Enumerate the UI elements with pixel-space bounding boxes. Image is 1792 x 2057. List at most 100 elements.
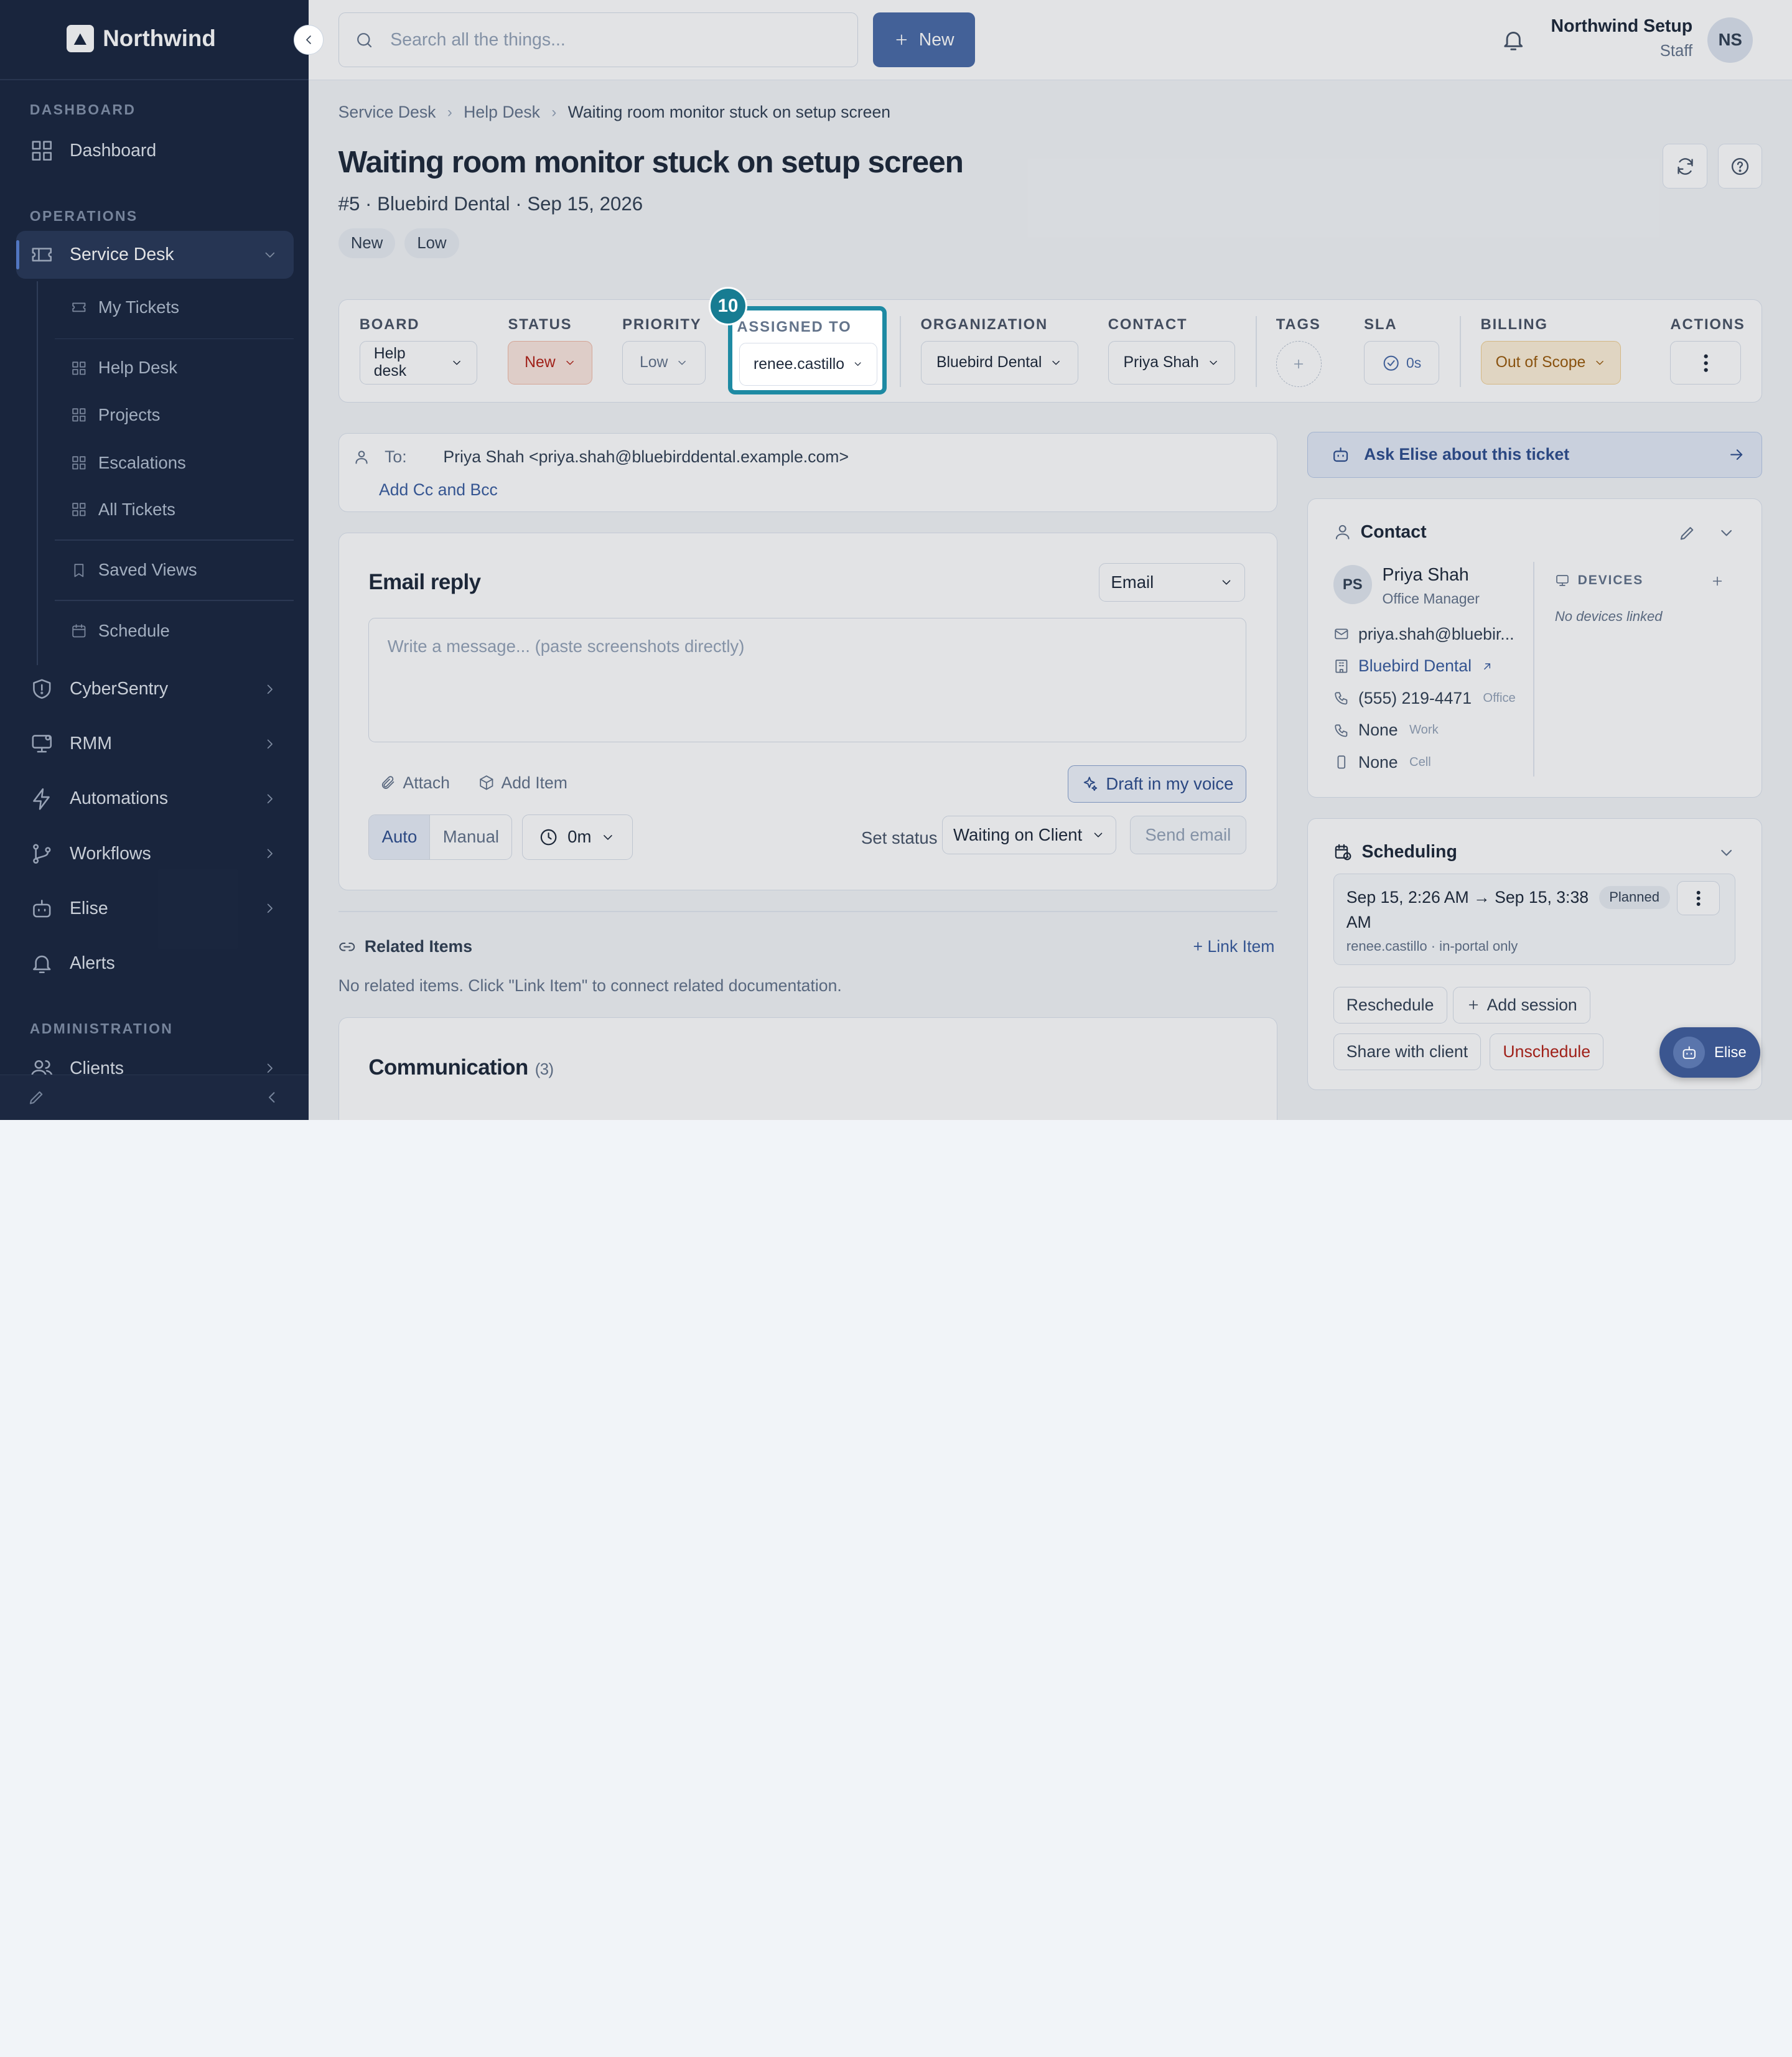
breadcrumb-current: Waiting room monitor stuck on setup scre… bbox=[567, 103, 891, 122]
contact-org-row[interactable]: Bluebird Dental bbox=[1333, 656, 1493, 676]
link-item-button[interactable]: + Link Item bbox=[1193, 937, 1275, 956]
brand[interactable]: Northwind bbox=[66, 25, 216, 53]
chevron-left-icon[interactable] bbox=[263, 1088, 281, 1106]
contact-heading: Contact bbox=[1333, 522, 1427, 543]
plus-icon bbox=[896, 34, 907, 45]
time-spent-select[interactable]: 0m bbox=[521, 814, 633, 861]
status-select[interactable]: New bbox=[508, 341, 593, 385]
pencil-icon[interactable] bbox=[27, 1088, 45, 1106]
add-session-button[interactable]: Add session bbox=[1453, 987, 1590, 1024]
pencil-icon[interactable] bbox=[1678, 524, 1696, 542]
chevron-down-icon bbox=[1222, 580, 1231, 585]
contact-phone-row[interactable]: (555) 219-4471 Office bbox=[1333, 689, 1516, 708]
session-menu-button[interactable] bbox=[1676, 881, 1720, 916]
notifications-button[interactable] bbox=[1501, 27, 1526, 52]
contact-name[interactable]: Priya Shah bbox=[1383, 565, 1469, 585]
sidebar-item-alerts[interactable]: Alerts bbox=[16, 940, 294, 987]
contact-avatar: PS bbox=[1333, 565, 1373, 604]
billing-select[interactable]: Out of Scope bbox=[1480, 341, 1622, 385]
sidebar-divider bbox=[0, 78, 309, 80]
divider bbox=[1460, 315, 1462, 387]
sidebar-item-automations[interactable]: Automations bbox=[16, 775, 294, 823]
contact-select[interactable]: Priya Shah bbox=[1108, 341, 1235, 385]
add-tag-button[interactable] bbox=[1276, 341, 1322, 387]
breadcrumb-help-desk[interactable]: Help Desk bbox=[464, 103, 540, 122]
sidebar-item-rmm[interactable]: RMM bbox=[16, 720, 294, 768]
sidebar-item-workflows[interactable]: Workflows bbox=[16, 829, 294, 877]
chevron-right-icon bbox=[267, 794, 273, 804]
sidebar-item-service-desk[interactable]: Service Desk bbox=[16, 231, 294, 279]
priority-value: Low bbox=[639, 354, 668, 371]
unschedule-button[interactable]: Unschedule bbox=[1490, 1033, 1604, 1071]
section-operations: OPERATIONS bbox=[29, 208, 138, 225]
add-item-button[interactable]: Add Item bbox=[478, 773, 567, 793]
robot-icon bbox=[32, 900, 51, 918]
auto-toggle[interactable]: Auto bbox=[369, 814, 431, 860]
plus-icon[interactable] bbox=[1710, 574, 1724, 588]
sidebar-item-dashboard[interactable]: Dashboard bbox=[16, 127, 294, 175]
new-button-label: New bbox=[918, 29, 954, 50]
sidebar-subitem-schedule[interactable]: Schedule bbox=[55, 610, 294, 651]
breadcrumb-separator-icon: › bbox=[447, 103, 452, 121]
contact-title: Contact bbox=[1360, 521, 1427, 542]
chevron-right-icon bbox=[267, 684, 273, 694]
cell-type: Cell bbox=[1409, 755, 1431, 769]
monitor-icon bbox=[32, 735, 52, 753]
assigned-to-value: renee.castillo bbox=[754, 355, 845, 373]
sidebar-subitem-label: Projects bbox=[98, 404, 161, 424]
ticket-icon bbox=[32, 248, 52, 262]
sidebar-item-elise[interactable]: Elise bbox=[16, 885, 294, 933]
priority-select[interactable]: Low bbox=[622, 341, 706, 385]
search-input[interactable]: Search all the things... bbox=[338, 12, 859, 68]
sidebar-subitem-my-tickets[interactable]: My Tickets bbox=[55, 287, 294, 328]
chevron-down-icon bbox=[1209, 360, 1217, 365]
message-textarea[interactable]: Write a message... (paste screenshots di… bbox=[368, 617, 1246, 742]
chevron-down-icon[interactable] bbox=[1717, 524, 1735, 542]
sidebar-subitem-all-tickets[interactable]: All Tickets bbox=[55, 489, 294, 530]
board-select[interactable]: Help desk bbox=[359, 341, 477, 385]
external-link-icon bbox=[1483, 663, 1490, 669]
attach-button[interactable]: Attach bbox=[380, 773, 450, 793]
breadcrumb-separator-icon: › bbox=[551, 103, 557, 121]
sidebar-subitem-help-desk[interactable]: Help Desk bbox=[55, 347, 294, 388]
monitor-icon bbox=[1556, 575, 1569, 586]
help-button[interactable] bbox=[1717, 144, 1763, 189]
submenu-divider bbox=[55, 600, 294, 602]
organization-select[interactable]: Bluebird Dental bbox=[920, 341, 1078, 385]
add-cc-bcc-link[interactable]: Add Cc and Bcc bbox=[379, 480, 498, 500]
robot-icon bbox=[1333, 447, 1348, 462]
sidebar-item-cybersentry[interactable]: CyberSentry bbox=[16, 665, 294, 713]
sidebar-footer bbox=[0, 1074, 309, 1120]
reply-mode-select[interactable]: Email bbox=[1099, 562, 1246, 602]
new-button[interactable]: New bbox=[873, 12, 975, 68]
field-actions: ACTIONS bbox=[1670, 316, 1745, 385]
devices-heading: DEVICES bbox=[1555, 573, 1643, 588]
mobile-icon bbox=[1337, 755, 1345, 769]
reschedule-button[interactable]: Reschedule bbox=[1333, 987, 1447, 1024]
contact-email-row[interactable]: priya.shah@bluebir... bbox=[1333, 625, 1514, 644]
breadcrumb-service-desk[interactable]: Service Desk bbox=[338, 103, 436, 122]
draft-in-my-voice-button[interactable]: Draft in my voice bbox=[1068, 765, 1246, 803]
send-email-button[interactable]: Send email bbox=[1129, 815, 1246, 854]
share-with-client-button[interactable]: Share with client bbox=[1333, 1033, 1482, 1071]
to-recipient[interactable]: Priya Shah <priya.shah@bluebirddental.ex… bbox=[443, 447, 849, 467]
sidebar-subitem-label: Escalations bbox=[98, 452, 186, 472]
assigned-to-select[interactable]: renee.castillo bbox=[739, 342, 878, 386]
collapse-sidebar-button[interactable] bbox=[294, 25, 324, 55]
chevron-down-icon[interactable] bbox=[1717, 844, 1735, 862]
sidebar-subitem-saved-views[interactable]: Saved Views bbox=[55, 549, 294, 590]
set-status-select[interactable]: Waiting on Client bbox=[942, 815, 1116, 854]
user-avatar[interactable]: NS bbox=[1707, 17, 1753, 63]
ask-elise-button[interactable]: Ask Elise about this ticket bbox=[1307, 432, 1763, 478]
check-circle-icon bbox=[1384, 355, 1399, 371]
contact-card: Contact PS Priya Shah Office Manager pri… bbox=[1307, 498, 1763, 798]
refresh-button[interactable] bbox=[1663, 144, 1708, 189]
sla-indicator[interactable]: 0s bbox=[1364, 341, 1440, 385]
elise-chat-button[interactable]: Elise bbox=[1659, 1027, 1760, 1078]
communication-count: (3) bbox=[534, 1061, 554, 1079]
sidebar-subitem-escalations[interactable]: Escalations bbox=[55, 442, 294, 483]
sidebar-subitem-label: All Tickets bbox=[98, 500, 175, 520]
sidebar-subitem-projects[interactable]: Projects bbox=[55, 394, 294, 436]
manual-toggle[interactable]: Manual bbox=[430, 815, 511, 859]
actions-menu-button[interactable] bbox=[1670, 341, 1742, 385]
